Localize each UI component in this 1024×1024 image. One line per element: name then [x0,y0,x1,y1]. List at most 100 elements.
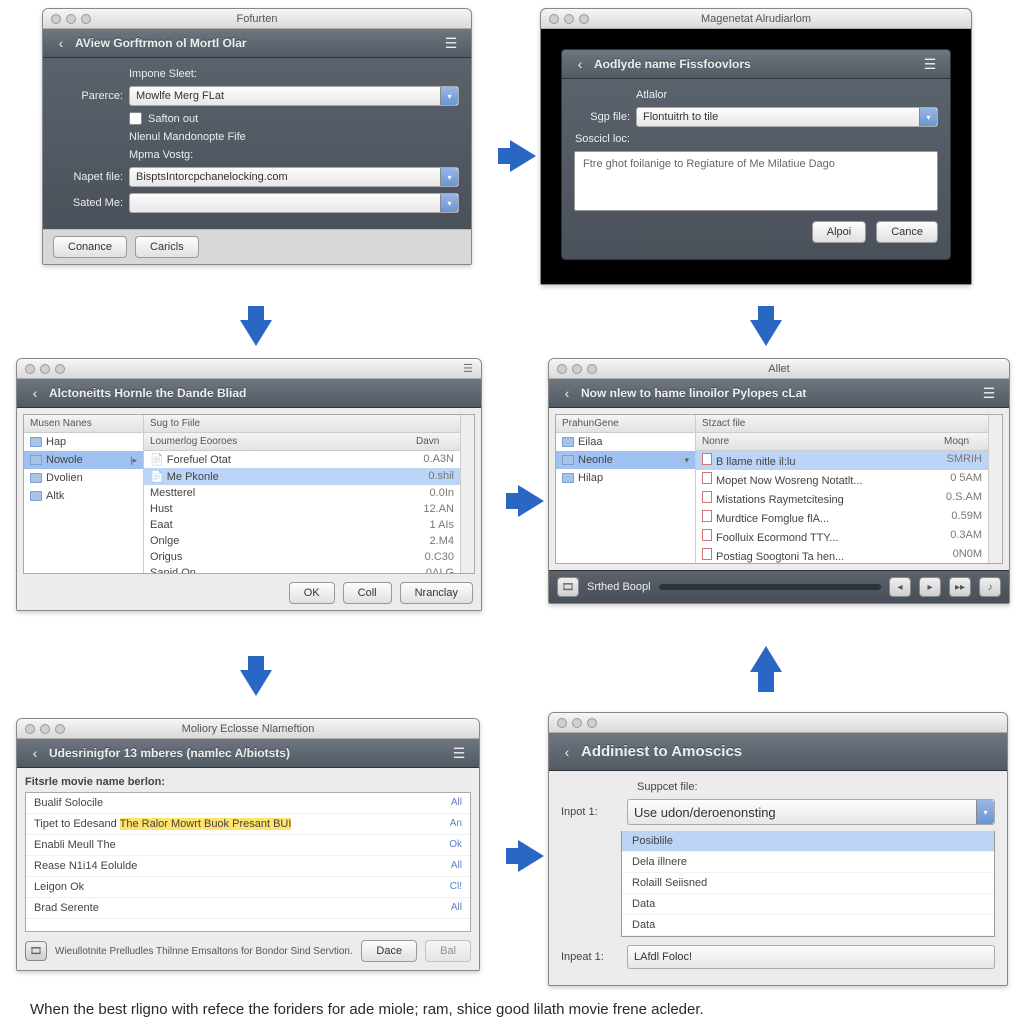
zoom-icon[interactable] [55,724,65,734]
back-icon[interactable]: ‹ [53,35,69,51]
traffic-lights[interactable] [25,364,65,374]
sated-select[interactable]: ▾ [129,193,459,213]
new-button[interactable]: Nranclay [400,582,473,604]
col-support[interactable]: Sug to Fiile [144,415,460,432]
table-row[interactable]: Mestterel0.0In [144,485,460,501]
table-row[interactable]: Postiag Soogtoni Ta hen...0N0M [696,546,988,563]
zoom-icon[interactable] [587,718,597,728]
list-item[interactable]: Tipet to Edesand The Ralor Mowrt Buok Pr… [26,814,470,835]
preference-select[interactable]: Mowlfe Merg FLat ▾ [129,86,459,106]
sidebar-item[interactable]: Dvolien [24,469,143,487]
back-icon[interactable]: ‹ [572,56,588,72]
panel2-titlebar[interactable]: Magenetat Alrudiarlom [541,9,971,29]
sidebar-item[interactable]: Neonle▾ [556,451,695,469]
confirm-button[interactable]: Conance [53,236,127,258]
traffic-lights[interactable] [51,14,91,24]
close-icon[interactable] [557,718,567,728]
table-row[interactable]: Origus0.C30 [144,549,460,565]
col-support[interactable]: Stzact file [696,415,988,432]
sep-select[interactable]: Flontuitrh to tile ▾ [636,107,938,127]
list-item[interactable]: Bualif SolocileAll [26,793,470,814]
col-mean[interactable]: Moqn [938,433,988,450]
chevron-down-icon[interactable]: ▾ [440,87,458,105]
back-icon[interactable]: ‹ [559,744,575,760]
menu-icon[interactable]: ☰ [449,746,469,760]
dropdown-option[interactable]: Dela illnere [622,852,994,873]
panel4-rows[interactable]: B llame nitle il:luSMRIHMopet Now Wosren… [696,451,988,563]
dropdown-option[interactable]: Data [622,894,994,915]
traffic-lights[interactable] [557,718,597,728]
cancel-button[interactable]: Caricls [135,236,199,258]
list-item[interactable]: Brad SerenteAll [26,898,470,919]
table-row[interactable]: 📄 Me Pkonle0.shil [144,468,460,485]
zoom-icon[interactable] [587,364,597,374]
sidebar-item[interactable]: Nowole|▸ [24,451,143,469]
table-row[interactable]: Mopet Now Wosreng Notatlt...0 5AM [696,470,988,489]
apply-button[interactable]: Alpoi [812,221,866,243]
bal-button[interactable]: Bal [425,940,471,962]
date-button[interactable]: Dace [361,940,417,962]
minimize-icon[interactable] [572,364,582,374]
menu-icon[interactable]: ☰ [463,362,473,375]
minimize-icon[interactable] [564,14,574,24]
panel3-rows[interactable]: 📄 Forefuel Otat0.A3N📄 Me Pkonle0.shilMes… [144,451,460,573]
col-name[interactable]: Loumerlog Eooroes [144,433,410,450]
dropdown-list[interactable]: PosiblileDela illnereRolaill SeiisnedDat… [621,831,995,937]
back-icon[interactable]: ‹ [27,745,43,761]
zoom-icon[interactable] [55,364,65,374]
panel5-titlebar[interactable]: Moliory Eclosse Nlameftion [17,719,479,739]
option-checkbox[interactable] [129,112,142,125]
table-row[interactable]: Hust12.AN [144,501,460,517]
chevron-down-icon[interactable]: ▾ [976,800,994,824]
zoom-icon[interactable] [81,14,91,24]
dropdown-option[interactable]: Rolaill Seiisned [622,873,994,894]
panel5-list[interactable]: Bualif SolocileAllTipet to Edesand The R… [25,792,471,932]
scrollbar[interactable] [460,415,474,573]
ok-button[interactable]: OK [289,582,335,604]
zoom-icon[interactable] [579,14,589,24]
volume-button[interactable]: ♪ [979,577,1001,597]
minimize-icon[interactable] [40,724,50,734]
table-row[interactable]: Eaat1 AIs [144,517,460,533]
description-textarea[interactable]: Ftre ghot foilanige to Regiature of Me M… [574,151,938,211]
table-row[interactable]: B llame nitle il:luSMRIH [696,451,988,470]
minimize-icon[interactable] [572,718,582,728]
chevron-down-icon[interactable]: ▾ [440,168,458,186]
traffic-lights[interactable] [549,14,589,24]
chevron-down-icon[interactable]: ▾ [440,194,458,212]
next-button[interactable]: ▸▸ [949,577,971,597]
col-name[interactable]: Nonre [696,433,938,450]
col-date[interactable]: Davn [410,433,460,450]
panel3-titlebar[interactable]: ☰ [17,359,481,379]
dropdown-option[interactable]: Posiblile [622,831,994,852]
panel6-titlebar[interactable] [549,713,1007,733]
table-row[interactable]: Onlge2.M4 [144,533,460,549]
menu-icon[interactable]: ☰ [920,57,940,71]
sidebar-item[interactable]: Eilaa [556,433,695,451]
menu-icon[interactable]: ☰ [441,36,461,50]
play-button[interactable]: ▸ [919,577,941,597]
sidebar-item[interactable]: Hap [24,433,143,451]
col-button[interactable]: Coll [343,582,392,604]
input2-field[interactable]: LAfdl Foloc! [627,945,995,969]
list-item[interactable]: Enabli Meull TheOk [26,835,470,856]
close-icon[interactable] [25,364,35,374]
napet-select[interactable]: BisptsIntorcpchanelocking.com ▾ [129,167,459,187]
traffic-lights[interactable] [25,724,65,734]
menu-icon[interactable]: ☰ [979,386,999,400]
close-icon[interactable] [557,364,567,374]
chevron-down-icon[interactable]: ▾ [919,108,937,126]
progress-track[interactable] [659,584,881,590]
minimize-icon[interactable] [66,14,76,24]
traffic-lights[interactable] [557,364,597,374]
panel1-titlebar[interactable]: Fofurten [43,9,471,29]
close-icon[interactable] [25,724,35,734]
table-row[interactable]: Sanid On0AI.G [144,565,460,573]
panel4-titlebar[interactable]: Allet [549,359,1009,379]
minimize-icon[interactable] [40,364,50,374]
prev-button[interactable]: ◂ [889,577,911,597]
table-row[interactable]: Foolluix Ecormond TTY...0.3AM [696,527,988,546]
table-row[interactable]: 📄 Forefuel Otat0.A3N [144,451,460,468]
close-icon[interactable] [549,14,559,24]
table-row[interactable]: Mistations Raymetcitesing0.S.AM [696,489,988,508]
